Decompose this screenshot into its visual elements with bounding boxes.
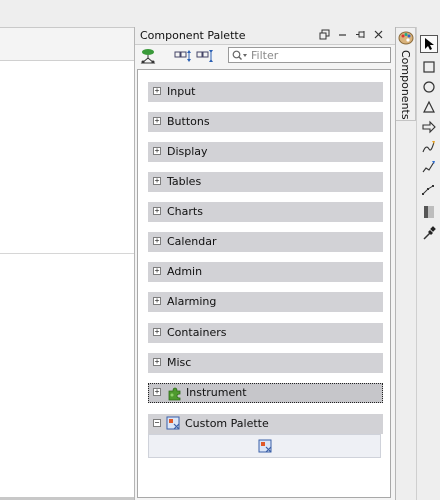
collapse-icon[interactable]: − [153, 419, 161, 427]
expand-icon[interactable]: + [153, 237, 161, 245]
search-icon [232, 50, 248, 64]
custom-palette-body [148, 434, 381, 458]
category-label: Containers [167, 326, 227, 339]
panel-title: Component Palette [140, 29, 246, 42]
expand-all-icon[interactable] [173, 47, 193, 65]
category-calendar[interactable]: + Calendar [148, 232, 383, 252]
category-containers[interactable]: + Containers [148, 323, 383, 343]
components-tab[interactable]: Components [396, 27, 416, 121]
category-display[interactable]: + Display [148, 142, 383, 162]
path-icon[interactable] [420, 181, 438, 199]
close-icon[interactable] [372, 29, 384, 41]
collapse-all-icon[interactable] [195, 47, 215, 65]
puzzle-icon [167, 386, 182, 401]
category-tables[interactable]: + Tables [148, 172, 383, 192]
category-label: Tables [167, 175, 202, 188]
category-buttons[interactable]: + Buttons [148, 112, 383, 132]
category-charts[interactable]: + Charts [148, 202, 383, 222]
minimize-icon[interactable] [336, 29, 348, 41]
category-label: Admin [167, 265, 203, 278]
designer-toolbar [0, 27, 134, 61]
category-label: Custom Palette [185, 417, 269, 430]
pencil-icon[interactable] [420, 158, 438, 176]
expand-icon[interactable]: + [153, 297, 161, 305]
gradient-icon[interactable] [420, 203, 438, 221]
arrow-icon[interactable] [420, 118, 438, 136]
category-instrument[interactable]: + Instrument [148, 383, 383, 403]
pin-icon[interactable] [354, 29, 366, 41]
eyedropper-icon[interactable] [420, 225, 438, 243]
restore-icon[interactable] [318, 29, 330, 41]
palette-list: + Input + Buttons + Display + Tables + C… [137, 69, 391, 498]
palette-toolbar: Filter [135, 45, 395, 67]
category-input[interactable]: + Input [148, 82, 383, 102]
category-label: Charts [167, 205, 203, 218]
custom-palette-icon [166, 416, 181, 431]
expand-icon[interactable]: + [153, 117, 161, 125]
category-label: Instrument [186, 386, 247, 399]
category-label: Display [167, 145, 208, 158]
drawing-tools [416, 27, 440, 500]
side-tab-strip [396, 121, 416, 500]
triangle-icon[interactable] [420, 98, 438, 116]
component-palette-panel: Component Palette Filter + Input + Butto… [134, 27, 396, 500]
category-custom-palette[interactable]: − Custom Palette [148, 414, 383, 434]
pointer-icon[interactable] [420, 35, 438, 53]
expand-icon[interactable]: + [153, 177, 161, 185]
pen-icon[interactable] [420, 138, 438, 156]
custom-component-icon[interactable] [258, 439, 273, 454]
top-bar [0, 0, 440, 27]
expand-icon[interactable]: + [153, 328, 161, 336]
category-misc[interactable]: + Misc [148, 353, 383, 373]
category-label: Buttons [167, 115, 210, 128]
filter-input[interactable]: Filter [228, 47, 391, 63]
category-alarming[interactable]: + Alarming [148, 292, 383, 312]
expand-icon[interactable]: + [153, 388, 161, 396]
expand-icon[interactable]: + [153, 358, 161, 366]
expand-icon[interactable]: + [153, 207, 161, 215]
ellipse-icon[interactable] [420, 78, 438, 96]
palette-icon [398, 30, 414, 46]
category-label: Calendar [167, 235, 217, 248]
rectangle-icon[interactable] [420, 58, 438, 76]
category-admin[interactable]: + Admin [148, 262, 383, 282]
expand-icon[interactable]: + [153, 147, 161, 155]
expand-icon[interactable]: + [153, 267, 161, 275]
category-label: Misc [167, 356, 192, 369]
category-label: Input [167, 85, 196, 98]
panel-titlebar: Component Palette [135, 27, 395, 45]
filter-placeholder: Filter [251, 49, 279, 62]
components-tab-label: Components [399, 50, 412, 120]
palette-mode-icon[interactable] [138, 47, 158, 65]
category-label: Alarming [167, 295, 217, 308]
expand-icon[interactable]: + [153, 87, 161, 95]
divider [0, 253, 134, 254]
